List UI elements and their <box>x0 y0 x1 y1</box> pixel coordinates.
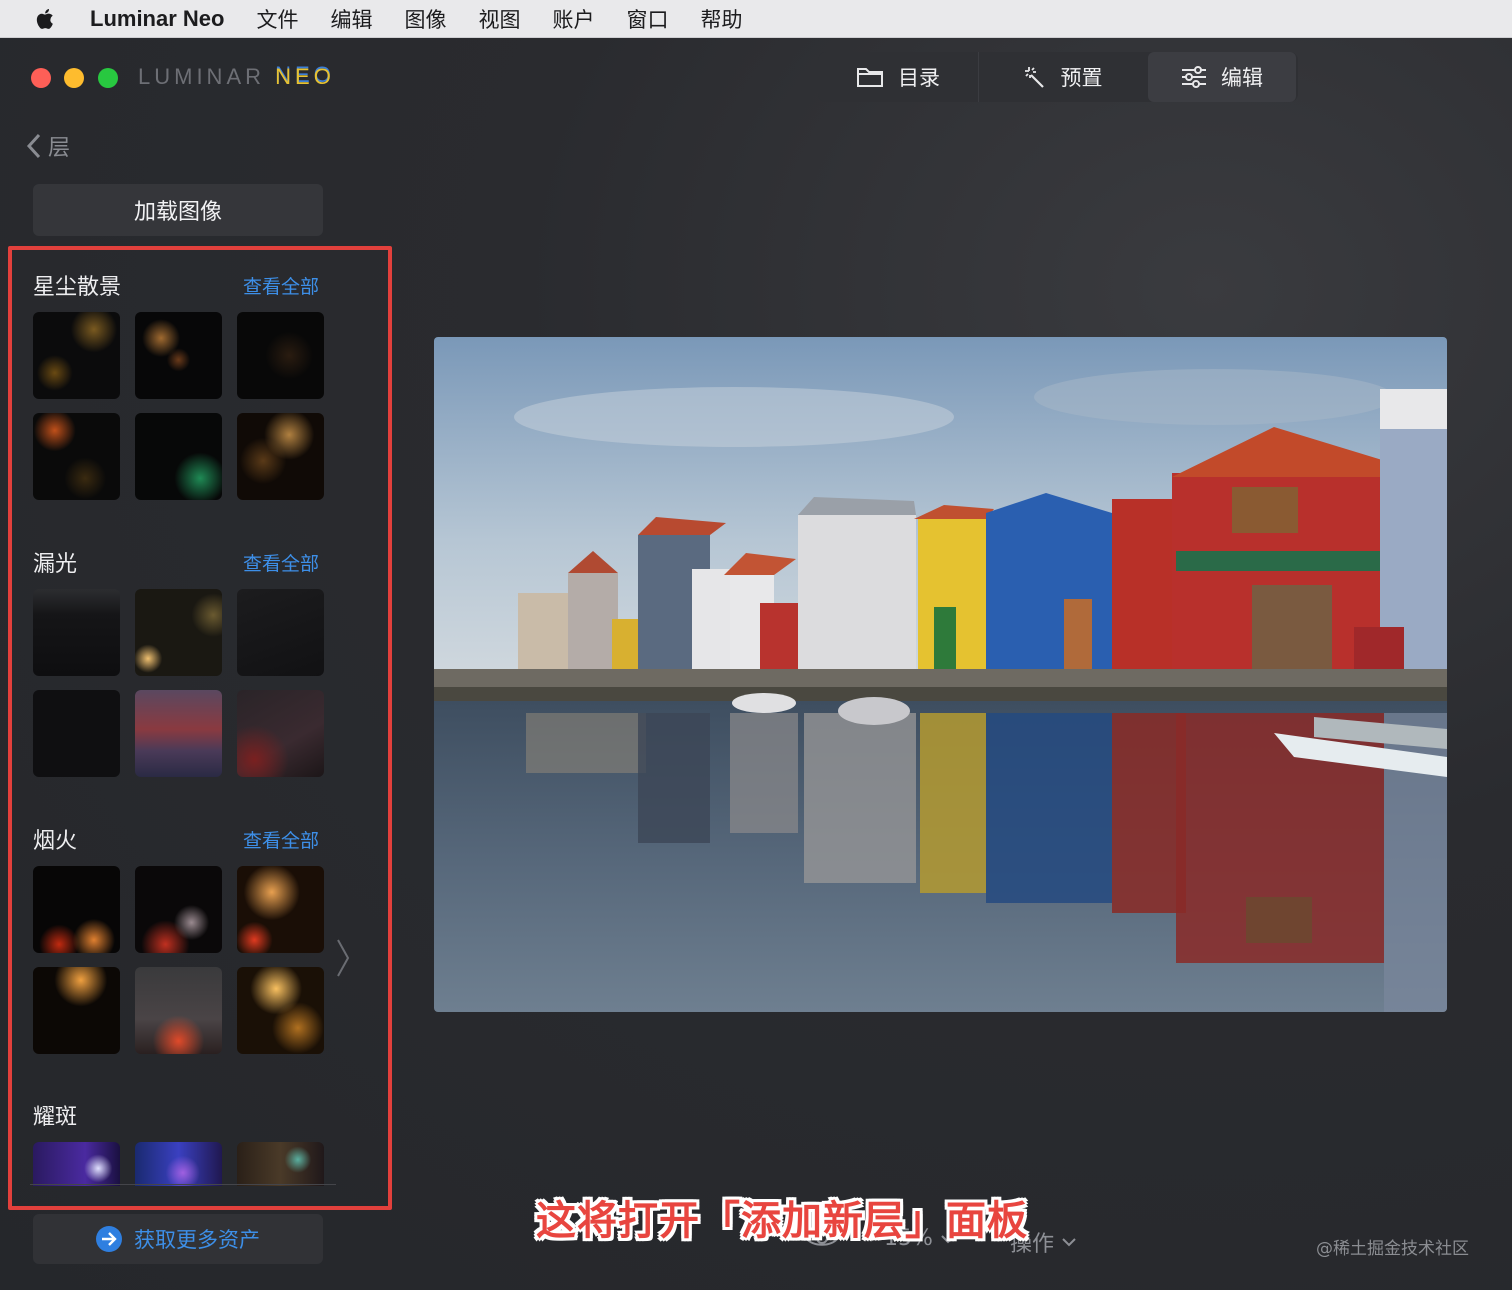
section-light-leaks: 漏光 查看全部 <box>33 547 333 777</box>
app-window: LUMINAR NEO 目录 预置 编辑 层 加载图像 星尘散景 查看全部 漏光… <box>0 38 1512 1290</box>
close-window-button[interactable] <box>31 68 51 88</box>
section-title: 烟火 <box>33 829 78 854</box>
asset-thumbnail[interactable] <box>135 690 222 777</box>
view-all-link[interactable]: 查看全部 <box>243 549 319 576</box>
folder-icon <box>857 68 883 87</box>
minimize-window-button[interactable] <box>64 68 84 88</box>
chevron-left-icon <box>26 133 41 159</box>
menu-view[interactable]: 视图 <box>478 4 520 34</box>
asset-thumbnail[interactable] <box>33 413 120 500</box>
asset-thumbnail[interactable] <box>135 413 222 500</box>
asset-thumbnail[interactable] <box>135 312 222 399</box>
zoom-window-button[interactable] <box>98 68 118 88</box>
asset-thumbnail[interactable] <box>135 589 222 676</box>
section-stardust-bokeh: 星尘散景 查看全部 <box>33 270 333 500</box>
asset-thumbnail[interactable] <box>237 589 324 676</box>
sliders-icon <box>1182 66 1206 88</box>
view-all-link[interactable]: 查看全部 <box>243 826 319 853</box>
section-title: 星尘散景 <box>33 275 122 300</box>
app-menu[interactable]: Luminar Neo <box>90 6 224 32</box>
menu-image[interactable]: 图像 <box>404 4 446 34</box>
asset-thumbnail[interactable] <box>237 690 324 777</box>
menu-bar: Luminar Neo 文件 编辑 图像 视图 账户 窗口 帮助 <box>0 0 1512 38</box>
chevron-right-icon[interactable] <box>336 938 350 978</box>
asset-thumbnail[interactable] <box>237 967 324 1054</box>
menu-edit[interactable]: 编辑 <box>330 4 372 34</box>
asset-thumbnail[interactable] <box>33 967 120 1054</box>
asset-thumbnail[interactable] <box>33 866 120 953</box>
section-title: 漏光 <box>33 552 78 577</box>
asset-thumbnail[interactable] <box>33 312 120 399</box>
section-flares: 耀斑 <box>33 1100 333 1186</box>
asset-thumbnail[interactable] <box>135 866 222 953</box>
asset-thumbnail[interactable] <box>237 1142 324 1186</box>
menu-help[interactable]: 帮助 <box>700 4 742 34</box>
load-image-button[interactable]: 加载图像 <box>33 184 323 236</box>
watermark: @稀土掘金技术社区 <box>1316 1239 1469 1259</box>
panel-divider <box>30 1184 336 1185</box>
magic-wand-icon <box>1024 67 1044 88</box>
add-layer-assets-panel: 星尘散景 查看全部 漏光 查看全部 烟火 查看全部 耀斑 <box>33 260 333 1186</box>
menu-window[interactable]: 窗口 <box>626 4 668 34</box>
photo-image <box>434 337 1447 1012</box>
back-to-layers[interactable]: 层 <box>26 130 70 162</box>
luminar-logo: LUMINAR NEO <box>138 64 335 89</box>
section-fireworks: 烟火 查看全部 <box>33 824 333 1054</box>
asset-thumbnail[interactable] <box>33 690 120 777</box>
asset-thumbnail[interactable] <box>33 589 120 676</box>
main-photo-canvas[interactable] <box>434 337 1447 1012</box>
mode-tabs: 目录 预置 编辑 <box>818 52 1298 102</box>
arrow-right-icon <box>96 1226 122 1252</box>
asset-thumbnail[interactable] <box>135 1142 222 1186</box>
asset-thumbnail[interactable] <box>237 866 324 953</box>
tab-presets[interactable]: 预置 <box>978 52 1146 102</box>
view-all-link[interactable]: 查看全部 <box>243 272 319 299</box>
menu-file[interactable]: 文件 <box>256 4 298 34</box>
asset-thumbnail[interactable] <box>135 967 222 1054</box>
asset-thumbnail[interactable] <box>33 1142 120 1186</box>
chevron-down-icon <box>1062 1238 1076 1247</box>
section-title: 耀斑 <box>33 1105 78 1130</box>
apple-icon[interactable] <box>34 7 58 31</box>
tab-catalog[interactable]: 目录 <box>818 52 978 102</box>
asset-thumbnail[interactable] <box>237 312 324 399</box>
menu-account[interactable]: 账户 <box>552 4 594 34</box>
asset-thumbnail[interactable] <box>237 413 324 500</box>
tab-edit[interactable]: 编辑 <box>1148 52 1296 102</box>
get-more-assets-button[interactable]: 获取更多资产 <box>33 1214 323 1264</box>
tutorial-caption: 这将打开「添加新层」面板 <box>536 1198 1028 1244</box>
